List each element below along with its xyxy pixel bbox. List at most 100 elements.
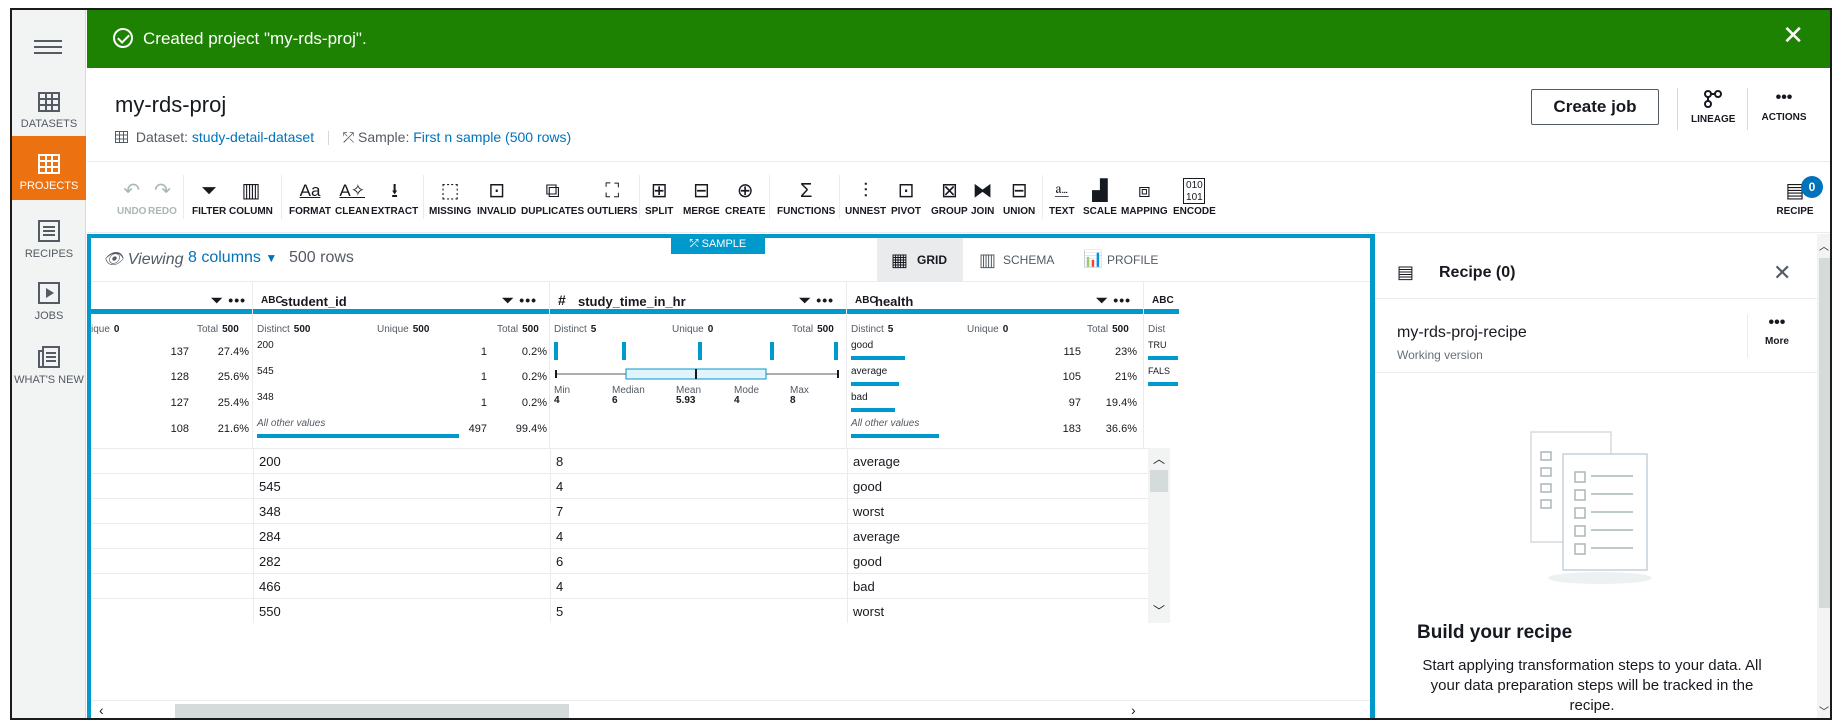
missing-button[interactable]: ⬚ MISSING [429,178,471,217]
nav-whats-new[interactable]: WHAT'S NEW [12,346,86,396]
recipe-version: Working version [1397,348,1483,362]
undo-icon: ↶ [123,180,141,202]
table-row[interactable]: 466 4 bad [91,573,1149,598]
dataset-link[interactable]: study-detail-dataset [192,129,314,145]
actions-button[interactable]: ••• ACTIONS [1759,90,1809,124]
undo-button[interactable]: ↶ UNDO [117,178,146,217]
grid-icon: ▦ [891,250,909,270]
sigma-icon: Σ [799,180,813,202]
functions-button[interactable]: Σ FUNCTIONS [777,178,835,217]
pivot-button[interactable]: ⊡ PIVOT [891,178,921,217]
recipe-toggle-button[interactable]: ▤ 0 RECIPE [1773,176,1823,217]
distinct-value: 5 [590,324,597,335]
table-row[interactable]: 550 5 worst [91,598,1149,623]
table-row[interactable]: 348 7 worst [91,498,1149,523]
close-icon[interactable]: ✕ [1782,22,1804,48]
text-label: TEXT [1049,206,1075,217]
chevron-down-icon[interactable]: ﹀ [1819,703,1829,718]
table-row[interactable]: 282 6 good [91,548,1149,573]
outliers-button[interactable]: ⛶ OUTLIERS [587,178,638,217]
total-stat: Total 500 [1087,324,1129,335]
tab-grid[interactable]: ▦ GRID [877,238,963,282]
filter-button[interactable]: ⏷ FILTER [192,178,226,217]
sample-link[interactable]: First n sample (500 rows) [413,129,571,145]
nav-recipes[interactable]: RECIPES [12,220,86,270]
duplicates-button[interactable]: ⧉ DUPLICATES [521,178,584,217]
extract-icon: ⭳ [391,180,399,202]
create-button[interactable]: ⊕ CREATE [725,178,765,217]
clean-icon: A✧ [339,181,366,200]
split-button[interactable]: ⊞ SPLIT [645,178,673,217]
invalid-button[interactable]: ⊡ INVALID [477,178,516,217]
column-actions[interactable]: ⏷ ••• [799,292,834,309]
type-label: ABC [1152,295,1174,306]
value-count: 497 [468,423,487,435]
text-button[interactable]: ⎁ TEXT [1049,178,1075,217]
cell-health: worst [853,604,885,619]
merge-icon: ⊟ [692,180,710,202]
lineage-button[interactable]: LINEAGE [1691,90,1735,125]
group-button[interactable]: ⊠ GROUP [931,178,968,217]
mapping-icon: ⧈ [1137,180,1151,202]
table-row[interactable]: 545 4 good [91,473,1149,498]
clean-button[interactable]: A✧ CLEAN [335,178,369,217]
scale-button[interactable]: ▟ SCALE [1083,178,1117,217]
horizontal-scrollbar[interactable]: ‹ › [91,700,1370,718]
column-actions[interactable]: ⏷ ••• [1096,292,1131,309]
table-row[interactable]: 284 4 average [91,523,1149,548]
sample-label: Sample: [357,129,410,145]
cell-health: average [853,454,900,469]
build-recipe-description: Start applying transformation steps to y… [1422,657,1762,714]
sample-tag-label: SAMPLE [701,238,747,250]
recipe-scrollbar[interactable]: ︿ ﹀ [1817,234,1830,718]
more-button[interactable]: ••• More [1765,315,1789,348]
create-job-button[interactable]: Create job [1531,89,1659,125]
close-icon[interactable]: ✕ [1773,260,1791,286]
unique-stat: ique 0 [91,324,119,335]
format-button[interactable]: Aa FORMAT [289,178,331,217]
cell-student-id: 550 [259,604,281,619]
column-button[interactable]: ▥ COLUMN [229,178,273,217]
unique-value: 0 [113,324,120,335]
cell-study-time: 7 [556,504,564,519]
join-button[interactable]: ⧓ JOIN [971,178,994,217]
tab-schema[interactable]: ▥ SCHEMA [963,238,1067,282]
chevron-up-icon[interactable]: ︿ [1819,238,1829,253]
value-label: 545 [257,366,274,377]
tab-profile-label: PROFILE [1107,253,1159,267]
union-button[interactable]: ⊟ UNION [1003,178,1035,217]
cell-study-time: 4 [556,579,564,594]
column-actions[interactable]: ⏷ ••• [211,292,246,309]
profile-icon: 📊 [1083,251,1103,268]
column-partial: ⏷ ••• ique 0 Total 500 137 27.4% 128 25.6%… [91,282,253,448]
menu-icon[interactable] [34,36,62,58]
join-label: JOIN [971,206,995,217]
unnest-button[interactable]: ⫶ UNNEST [845,178,886,217]
redo-button[interactable]: ↷ REDO [148,178,177,217]
tab-profile[interactable]: 📊 PROFILE [1067,238,1167,282]
union-icon: ⊟ [1010,180,1028,202]
merge-button[interactable]: ⊟ MERGE [683,178,720,217]
redo-label: REDO [148,206,177,217]
encode-button[interactable]: 010 101 ENCODE [1173,178,1216,217]
news-icon [38,346,60,368]
value-bar [851,408,895,412]
columns-dropdown[interactable]: 8 columns ▼ [188,249,277,267]
mapping-button[interactable]: ⧈ MAPPING [1121,178,1168,217]
vertical-scrollbar[interactable]: ︿ ﹀ [1148,448,1170,623]
value-pct: 21.6% [217,423,249,435]
extract-button[interactable]: ⭳ EXTRACT [371,178,418,217]
more-label: More [1765,336,1789,347]
type-label: ABC [855,295,877,306]
chevron-up-icon[interactable]: ︿ [1153,450,1165,467]
chevron-right-icon[interactable]: › [1131,702,1136,718]
column-actions[interactable]: ⏷ ••• [502,292,537,309]
chevron-left-icon[interactable]: ‹ [99,702,104,718]
duplicates-label: DUPLICATES [521,206,585,217]
nav-projects[interactable]: PROJECTS [12,136,86,200]
table-row[interactable]: 200 8 average [91,448,1149,473]
total-value: 500 [817,324,834,335]
nav-jobs[interactable]: JOBS [12,282,86,332]
chevron-down-icon[interactable]: ﹀ [1153,602,1165,619]
column-partial-right: ABC Dist TRU FALS [1144,282,1179,448]
